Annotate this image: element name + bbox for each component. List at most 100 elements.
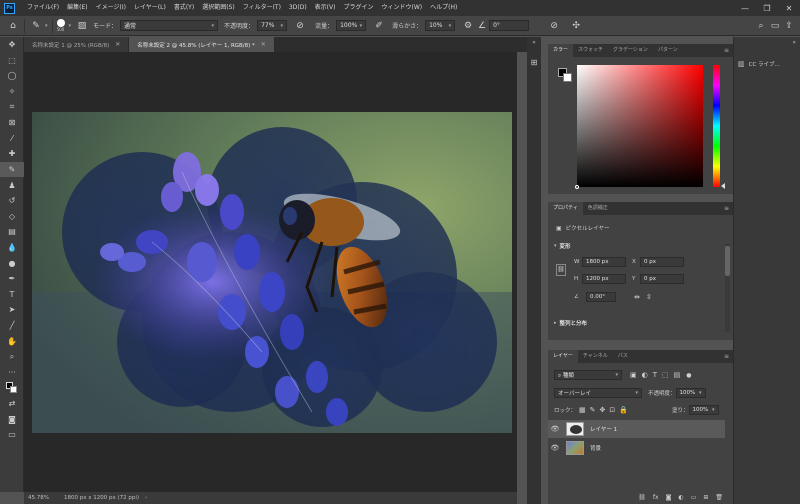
more-icon[interactable]: ··· [0,364,24,380]
panel-menu-icon[interactable]: ≡ [724,350,729,363]
filter-toggle-icon[interactable]: ● [686,372,691,379]
tab-swatches[interactable]: スウォッチ [573,44,608,57]
layer-filter-select[interactable]: ⌕ 種類 ▾ [554,370,622,380]
share-icon[interactable]: ⇪ [782,19,796,33]
close-icon[interactable]: ✕ [115,41,120,48]
y-input[interactable]: 0 px [640,274,684,284]
restore-button[interactable]: ❐ [756,0,778,16]
marquee-icon[interactable]: ⬚ [0,53,24,69]
menu-image[interactable]: イメージ(I) [92,0,130,16]
layer-opacity-input[interactable]: 100% ▾ [675,388,706,398]
layer-row-background[interactable]: 👁 背景 [548,439,725,457]
crop-icon[interactable]: ⌗ [0,99,24,115]
menu-layer[interactable]: レイヤー(L) [130,0,170,16]
panel-menu-icon[interactable]: ≡ [724,44,729,57]
path-select-icon[interactable]: ➤ [0,302,24,318]
tab-adjustments[interactable]: 色調補正 [583,202,613,215]
menu-select[interactable]: 選択範囲(S) [198,0,239,16]
filter-type-icon[interactable]: T [653,371,657,379]
scrollbar-thumb[interactable] [725,246,730,276]
lock-transparent-icon[interactable]: ▦ [579,406,586,414]
flip-horizontal-icon[interactable]: ⇹ [634,293,640,301]
layer-row-1[interactable]: 👁 レイヤー 1 [548,420,725,438]
smoothing-input[interactable]: 10% ▾ [425,20,456,31]
quick-select-icon[interactable]: ✧ [0,84,24,100]
menu-type[interactable]: 書式(Y) [170,0,198,16]
menu-3d[interactable]: 3D(D) [285,0,311,16]
layer-name[interactable]: レイヤー 1 [590,425,617,433]
lasso-icon[interactable]: ◯ [0,68,24,84]
rotation-input[interactable]: 0.00° [586,292,616,302]
lock-all-icon[interactable]: 🔒 [619,406,628,414]
smoothing-settings-icon[interactable]: ⚙ [461,19,475,33]
transform-section-header[interactable]: ▾ 変形 [554,242,571,250]
tab-document-1[interactable]: 名称未設定 1 @ 25% (RGB/8) ✕ [24,37,130,52]
new-layer-icon[interactable]: ⊞ [703,494,708,501]
link-layers-icon[interactable]: ⛓ [638,494,646,501]
panel-menu-icon[interactable]: ≡ [724,202,729,215]
gradient-icon[interactable]: ▤ [0,224,24,240]
document-canvas[interactable] [32,112,512,433]
brush-settings-icon[interactable]: ▨ [75,19,89,33]
link-icon[interactable]: ⛓ [556,264,566,276]
x-input[interactable]: 0 px [640,257,684,267]
stamp-icon[interactable]: ♟ [0,177,24,193]
lock-image-icon[interactable]: ✎ [590,406,596,414]
expand-arrows-icon[interactable]: » [734,39,800,46]
symmetry-icon[interactable]: ✣ [569,19,583,33]
history-icon[interactable]: ⊞ [527,58,541,67]
eyedropper-icon[interactable]: ⁄ [0,131,24,147]
background-swatch[interactable] [563,73,572,82]
group-icon[interactable]: ▭ [691,494,697,501]
eraser-icon[interactable]: ◇ [0,209,24,225]
tab-patterns[interactable]: パターン [653,44,683,57]
close-icon[interactable]: ✕ [261,41,266,48]
frame-icon[interactable]: ⊠ [0,115,24,131]
tab-color[interactable]: カラー [548,44,574,57]
menu-edit[interactable]: 編集(E) [63,0,91,16]
tab-paths[interactable]: パス [613,350,633,363]
flip-vertical-icon[interactable]: ⇳ [646,293,652,301]
align-section-header[interactable]: ▸ 整列と分布 [554,319,587,327]
cc-libraries-button[interactable]: ▥ CC ライブ... [738,57,796,71]
collapse-arrows-icon[interactable]: « [527,39,541,46]
tab-layers[interactable]: レイヤー [548,350,578,363]
menu-window[interactable]: ウィンドウ(W) [377,0,426,16]
menu-filter[interactable]: フィルター(T) [239,0,285,16]
tab-document-2[interactable]: 名称未設定 2 @ 45.8% (レイヤー 1, RGB/8) * ✕ [129,37,275,52]
blend-mode-select[interactable]: オーバーレイ ▾ [554,388,642,398]
fill-input[interactable]: 100% ▾ [688,405,719,415]
quick-mask-icon[interactable]: ◙ [0,411,24,427]
filter-shape-icon[interactable]: ⬚ [662,371,669,379]
dodge-icon[interactable]: ● [0,255,24,271]
mask-icon[interactable]: ◙ [666,494,672,501]
angle-input[interactable]: 0° [489,20,530,31]
history-brush-icon[interactable]: ↺ [0,193,24,209]
swap-colors-icon[interactable]: ⇄ [0,396,24,412]
pressure-opacity-icon[interactable]: ⊘ [293,19,307,33]
width-input[interactable]: 1800 px [582,257,626,267]
adjustment-layer-icon[interactable]: ◐ [678,494,683,501]
line-icon[interactable]: ╱ [0,318,24,334]
menu-view[interactable]: 表示(V) [311,0,340,16]
pen-icon[interactable]: ✒ [0,271,24,287]
default-colors-icon[interactable] [0,380,24,396]
opacity-input[interactable]: 77% ▾ [257,20,288,31]
zoom-level[interactable]: 45.78% [28,495,56,501]
color-field[interactable] [575,65,703,189]
screen-mode-icon[interactable]: ▭ [0,427,24,443]
lock-position-icon[interactable]: ✥ [600,406,606,414]
height-input[interactable]: 1200 px [582,274,626,284]
eye-icon[interactable]: 👁 [548,425,562,433]
brush-size-picker[interactable]: 500 [56,19,65,32]
mode-select[interactable]: 通常 ▾ [120,20,219,31]
lock-artboard-icon[interactable]: ⊡ [609,406,615,414]
minimize-button[interactable]: — [734,0,756,16]
filter-adjust-icon[interactable]: ◐ [642,371,648,379]
move-icon[interactable]: ✥ [0,37,24,53]
home-icon[interactable]: ⌂ [6,19,20,33]
status-menu-arrow[interactable]: › [145,495,147,501]
filter-pixel-icon[interactable]: ▣ [630,371,637,379]
eye-icon[interactable]: 👁 [548,444,562,452]
pressure-size-icon[interactable]: ⊘ [547,19,561,33]
